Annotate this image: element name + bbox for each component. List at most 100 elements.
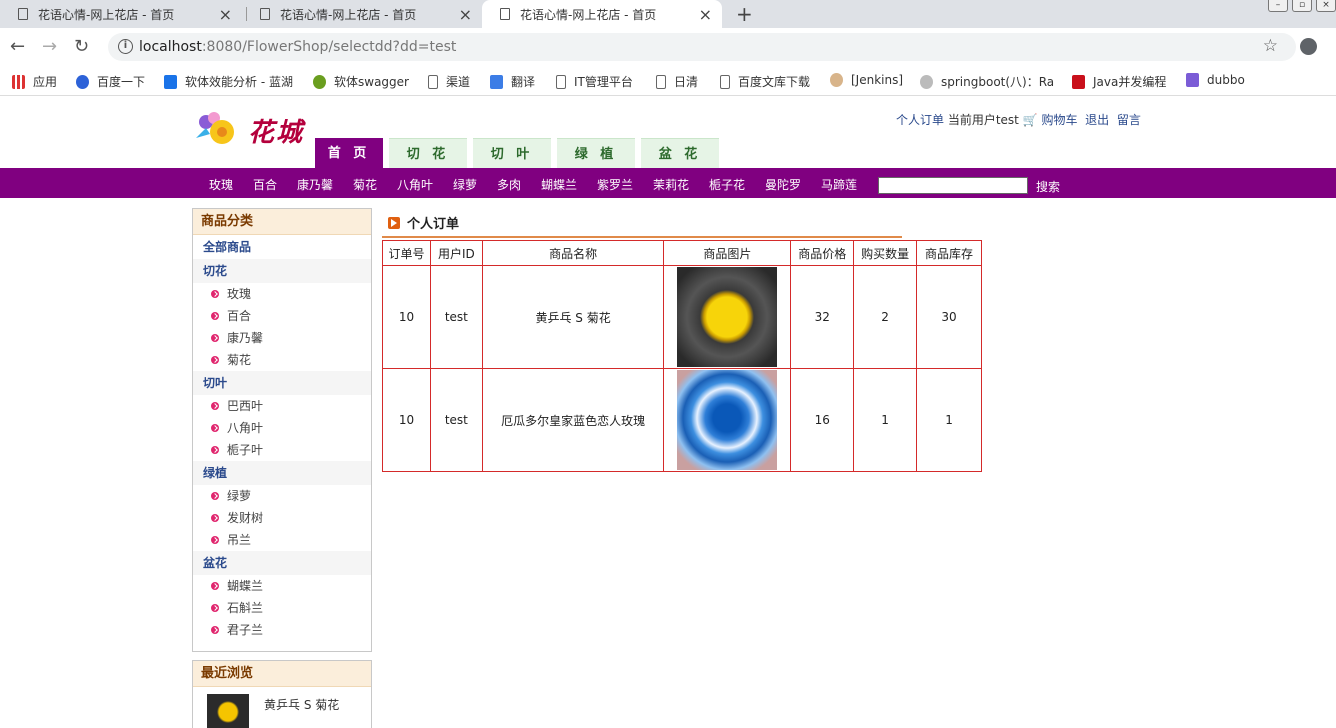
category-link[interactable]: 绿萝: [453, 176, 477, 193]
address-bar[interactable]: i localhost:8080/FlowerShop/selectdd?dd=…: [108, 33, 1296, 61]
account-icon[interactable]: [1300, 38, 1317, 55]
sidebar-item[interactable]: 石斛兰: [193, 597, 371, 619]
info-icon[interactable]: i: [118, 39, 133, 54]
sidebar-item[interactable]: 康乃馨: [193, 327, 371, 349]
category-bar: 玫瑰 百合 康乃馨 菊花 八角叶 绿萝 多肉 蝴蝶兰 紫罗兰 茉莉花 栀子花 曼…: [0, 168, 1336, 198]
category-sidebar: 商品分类 全部商品 切花 玫瑰 百合 康乃馨 菊花 切叶 巴西叶 八角叶 栀子叶…: [192, 208, 372, 652]
sidebar-item[interactable]: 发财树: [193, 507, 371, 529]
bookmark-swagger[interactable]: 软体swagger: [313, 73, 409, 90]
tab-cut-leaves[interactable]: 切 叶: [473, 138, 551, 168]
close-icon[interactable]: ×: [699, 5, 712, 24]
my-orders-link[interactable]: 个人订单: [896, 113, 944, 127]
bookmark-label: [Jenkins]: [851, 73, 904, 87]
tab-potted-flowers[interactable]: 盆 花: [641, 138, 719, 168]
sidebar-group-potted-flowers[interactable]: 盆花: [193, 551, 371, 575]
page-title-text: 个人订单: [407, 217, 460, 232]
sidebar-group-cut-flowers[interactable]: 切花: [193, 259, 371, 283]
recent-product-name[interactable]: 黄乒乓 S 菊花: [264, 696, 339, 713]
bookmark-baidu[interactable]: 百度一下: [76, 73, 145, 90]
search-button[interactable]: 搜索: [1036, 178, 1060, 195]
orders-table: 订单号 用户ID 商品名称 商品图片 商品价格 购买数量 商品库存 10 tes…: [382, 240, 982, 472]
bookmark-lanhu[interactable]: 软体效能分析 - 蓝湖: [164, 73, 293, 90]
bookmark-daily[interactable]: 日清: [656, 73, 698, 90]
sidebar-item-label: 绿萝: [227, 489, 252, 503]
sidebar-item-label: 菊花: [227, 353, 252, 367]
bookmark-apps[interactable]: 应用: [12, 73, 57, 90]
logout-link[interactable]: 退出: [1085, 113, 1109, 127]
bookmark-wenku[interactable]: 百度文库下载: [720, 73, 810, 90]
sidebar-item[interactable]: 栀子叶: [193, 439, 371, 461]
sidebar-item[interactable]: 玫瑰: [193, 283, 371, 305]
category-link[interactable]: 曼陀罗: [765, 176, 801, 193]
product-image-yellow-chrysanthemum[interactable]: [677, 267, 778, 367]
browser-tab-3-active[interactable]: 花语心情-网上花店 - 首页 ×: [482, 0, 722, 28]
cart-link[interactable]: 购物车: [1042, 113, 1078, 127]
browser-tab-1[interactable]: 花语心情-网上花店 - 首页 ×: [0, 0, 242, 28]
category-link[interactable]: 百合: [253, 176, 277, 193]
bookmark-star-icon[interactable]: ☆: [1263, 36, 1278, 56]
new-tab-button[interactable]: +: [736, 2, 753, 26]
tab-green-plants[interactable]: 绿 植: [557, 138, 635, 168]
category-link[interactable]: 八角叶: [397, 176, 433, 193]
page-icon: [720, 74, 730, 89]
close-icon[interactable]: ×: [459, 5, 472, 24]
category-link[interactable]: 马蹄莲: [821, 176, 857, 193]
bookmark-translate[interactable]: 翻译: [490, 73, 535, 90]
sidebar-item[interactable]: 蝴蝶兰: [193, 575, 371, 597]
sidebar-item[interactable]: 吊兰: [193, 529, 371, 551]
site-logo[interactable]: 花城: [192, 106, 318, 152]
sidebar-item-label: 康乃馨: [227, 331, 264, 345]
bookmark-dubbo[interactable]: dubbo: [1186, 73, 1245, 87]
message-link[interactable]: 留言: [1117, 113, 1141, 127]
sidebar-item[interactable]: 菊花: [193, 349, 371, 371]
sidebar-item-label: 玫瑰: [227, 287, 252, 301]
reload-button[interactable]: ↻: [74, 36, 89, 57]
tab-home[interactable]: 首 页: [315, 138, 383, 168]
bookmark-channel[interactable]: 渠道: [428, 73, 470, 90]
bookmark-label: 应用: [33, 75, 58, 89]
sidebar-group-cut-leaves[interactable]: 切叶: [193, 371, 371, 395]
sidebar-item[interactable]: 百合: [193, 305, 371, 327]
category-link[interactable]: 多肉: [497, 176, 521, 193]
minimize-button[interactable]: –: [1268, 0, 1288, 12]
current-user-label: 当前用户test: [947, 113, 1019, 127]
sidebar-item[interactable]: 君子兰: [193, 619, 371, 641]
category-link[interactable]: 栀子花: [709, 176, 745, 193]
sidebar-item-label: 八角叶: [227, 421, 264, 435]
category-link[interactable]: 茉莉花: [653, 176, 689, 193]
bookmark-label: springboot(八)：Ra: [941, 75, 1055, 89]
bullet-icon: [211, 290, 219, 298]
restore-button[interactable]: ▫: [1292, 0, 1312, 12]
sidebar-group-green-plants[interactable]: 绿植: [193, 461, 371, 485]
browser-tab-2[interactable]: 花语心情-网上花店 - 首页 ×: [242, 0, 482, 28]
back-button[interactable]: ←: [10, 36, 25, 57]
product-image-cell: [663, 368, 792, 472]
tab-cut-flowers[interactable]: 切 花: [389, 138, 467, 168]
stock-cell: 1: [916, 368, 982, 472]
bookmark-java[interactable]: Java并发编程: [1072, 73, 1166, 90]
sidebar-item[interactable]: 巴西叶: [193, 395, 371, 417]
bookmark-jenkins[interactable]: [Jenkins]: [830, 73, 903, 87]
sidebar-item[interactable]: 八角叶: [193, 417, 371, 439]
forward-button[interactable]: →: [42, 36, 57, 57]
bookmark-it-platform[interactable]: IT管理平台: [556, 73, 633, 90]
close-window-button[interactable]: ×: [1316, 0, 1336, 12]
category-link[interactable]: 康乃馨: [297, 176, 333, 193]
product-image-blue-rose[interactable]: [677, 370, 778, 470]
category-link[interactable]: 玫瑰: [209, 176, 233, 193]
bookmark-label: Java并发编程: [1093, 75, 1167, 89]
category-link[interactable]: 菊花: [353, 176, 377, 193]
close-icon[interactable]: ×: [219, 5, 232, 24]
category-link[interactable]: 紫罗兰: [597, 176, 633, 193]
bullet-icon: [211, 356, 219, 364]
bookmark-springboot[interactable]: springboot(八)：Ra: [920, 73, 1054, 90]
sidebar-item[interactable]: 绿萝: [193, 485, 371, 507]
document-icon: [260, 8, 270, 20]
category-link[interactable]: 蝴蝶兰: [541, 176, 577, 193]
bullet-icon: [211, 334, 219, 342]
bookmark-label: 百度一下: [97, 75, 146, 89]
bullet-icon: [211, 626, 219, 634]
sidebar-all-products[interactable]: 全部商品: [193, 235, 371, 259]
recent-product-image[interactable]: [207, 694, 249, 728]
search-input[interactable]: [878, 177, 1028, 194]
